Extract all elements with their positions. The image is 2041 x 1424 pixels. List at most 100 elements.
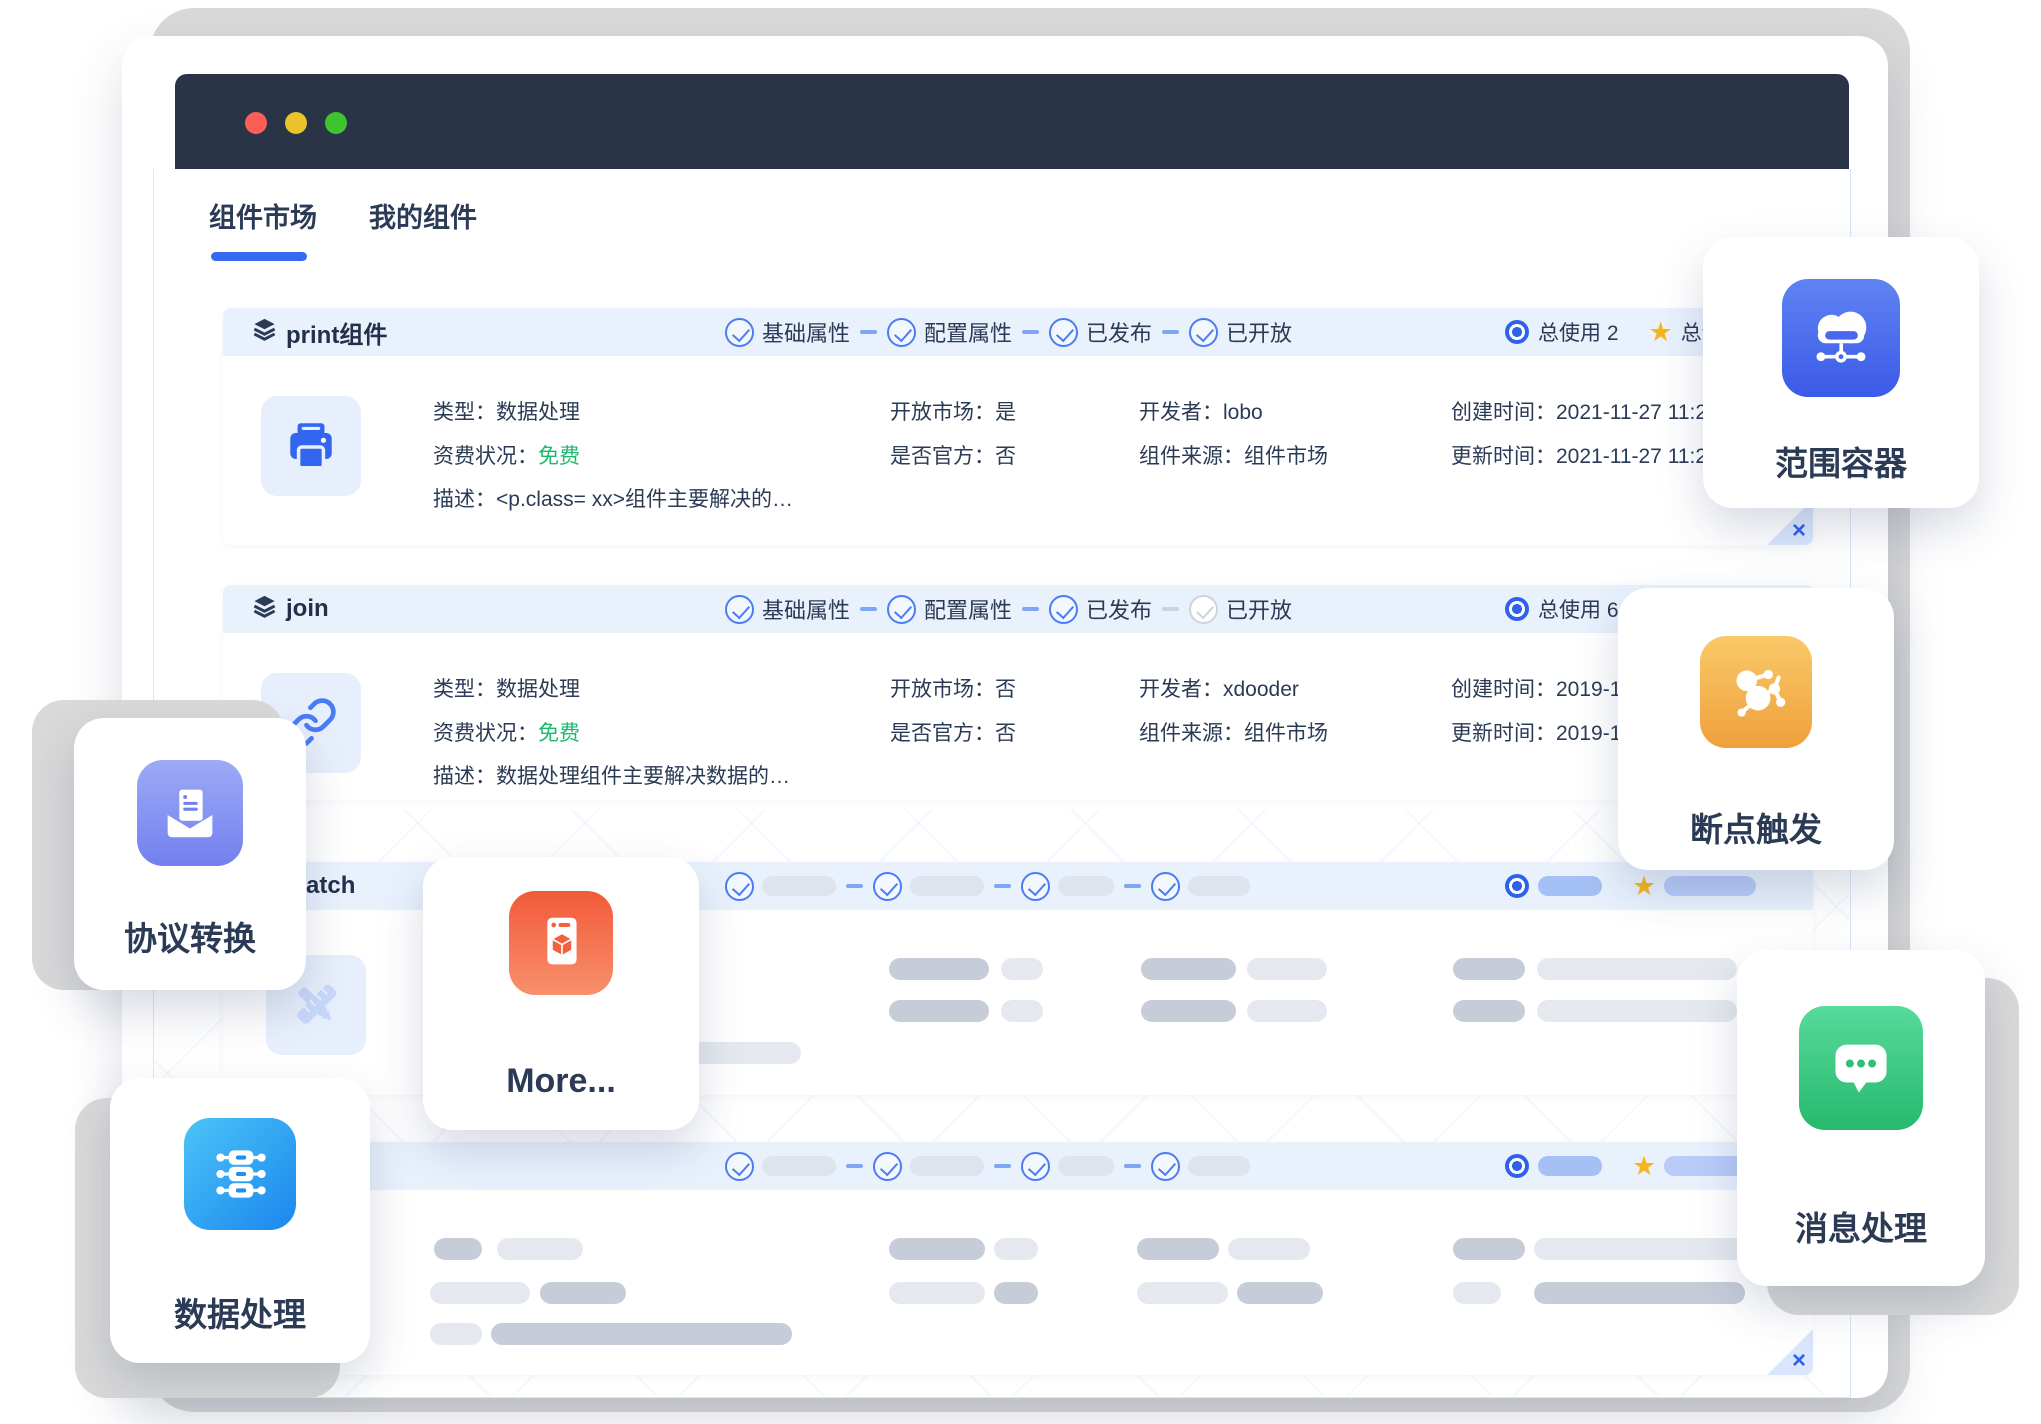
skeleton-pill xyxy=(1137,1282,1228,1304)
usage-icon xyxy=(1505,1154,1529,1178)
layers-icon xyxy=(251,316,278,348)
skeleton-pill xyxy=(1237,1282,1323,1304)
card-header: ★ xyxy=(223,1142,1813,1190)
card-header: print组件 基础属性 配置属性 已发布 已开放 总使用 2 xyxy=(223,308,1813,356)
card-stats: 总使用 6 xyxy=(1505,585,1619,633)
skeleton-pill xyxy=(1188,876,1250,896)
step-connector xyxy=(1162,607,1179,611)
skeleton-pill xyxy=(1001,1000,1043,1022)
check-icon xyxy=(725,595,754,624)
feature-card-protocol-conversion[interactable]: 协议转换 xyxy=(74,718,306,990)
component-card-print[interactable]: print组件 基础属性 配置属性 已发布 已开放 总使用 2 xyxy=(223,308,1813,545)
chat-bubble-icon xyxy=(1799,1006,1923,1130)
skeleton-pill xyxy=(1058,876,1114,896)
tab-component-market[interactable]: 组件市场 xyxy=(209,196,317,261)
skeleton-pill xyxy=(1453,1000,1525,1022)
skeleton-pill xyxy=(1537,958,1737,980)
component-card-skeleton[interactable]: ★ xyxy=(223,1142,1813,1375)
tab-label: 我的组件 xyxy=(369,203,477,233)
check-icon xyxy=(1151,872,1180,901)
skeleton-pill xyxy=(1137,1238,1219,1260)
check-icon xyxy=(887,595,916,624)
check-icon xyxy=(1189,318,1218,347)
skeleton-pill xyxy=(1453,1282,1501,1304)
layers-icon xyxy=(251,593,278,625)
status-steps-skeleton xyxy=(725,1142,1250,1190)
content-area: 组件市场 我的组件 print组件 基础属性 xyxy=(153,169,1851,1398)
step-connector xyxy=(846,1164,863,1168)
tab-bar: 组件市场 我的组件 xyxy=(209,196,477,261)
check-icon xyxy=(1021,872,1050,901)
feature-label: 数据处理 xyxy=(174,1288,306,1336)
step-connector xyxy=(1162,330,1179,334)
check-icon xyxy=(725,872,754,901)
usage-count: 总使用 2 xyxy=(1538,317,1619,347)
card-body: × xyxy=(223,1190,1813,1375)
tab-my-components[interactable]: 我的组件 xyxy=(369,196,477,261)
step-connector xyxy=(994,884,1011,888)
skeleton-pill xyxy=(1188,1156,1250,1176)
skeleton-pill xyxy=(497,1238,583,1260)
skeleton-pill xyxy=(889,958,989,980)
usage-icon xyxy=(1505,874,1529,898)
feature-card-message-processing[interactable]: 消息处理 xyxy=(1737,950,1985,1286)
usage-icon xyxy=(1505,320,1529,344)
skeleton-pill xyxy=(762,1156,836,1176)
skeleton-pill xyxy=(430,1282,530,1304)
feature-card-more[interactable]: More... xyxy=(423,857,699,1130)
skeleton-pill xyxy=(1538,876,1602,896)
skeleton-pill xyxy=(994,1282,1038,1304)
usage-icon xyxy=(1505,597,1529,621)
skeleton-pill xyxy=(994,1238,1038,1260)
close-window-button[interactable] xyxy=(245,112,267,134)
skeleton-pill xyxy=(434,1238,482,1260)
skeleton-pill xyxy=(1534,1238,1745,1260)
feature-label: 范围容器 xyxy=(1775,437,1907,485)
active-tab-underline xyxy=(211,252,307,261)
step-connector xyxy=(1124,884,1141,888)
skeleton-pill xyxy=(1141,1000,1236,1022)
card-title: join xyxy=(286,595,329,623)
molecule-icon xyxy=(1700,636,1812,748)
close-card-icon[interactable]: × xyxy=(1792,1349,1806,1373)
check-icon xyxy=(1151,1152,1180,1181)
step-connector xyxy=(860,330,877,334)
printer-icon xyxy=(261,396,361,496)
fold-corner xyxy=(1767,1329,1813,1375)
check-icon xyxy=(887,318,916,347)
card-body: 类型：数据处理 资费状况：免费 描述：<p.class= xx>组件主要解决的…… xyxy=(223,356,1813,545)
skeleton-pill xyxy=(1534,1282,1745,1304)
star-icon: ★ xyxy=(1649,319,1673,346)
storefront-icon xyxy=(509,891,613,995)
step-connector xyxy=(1022,607,1039,611)
step-connector xyxy=(1022,330,1039,334)
step-connector xyxy=(846,884,863,888)
check-icon-inactive xyxy=(1189,595,1218,624)
skeleton-pill xyxy=(889,1282,985,1304)
skeleton-pill xyxy=(1664,876,1756,896)
feature-card-data-processing[interactable]: 数据处理 xyxy=(110,1078,370,1363)
component-card-join[interactable]: join 基础属性 配置属性 已发布 已开放 总使用 6 xyxy=(223,585,1813,800)
feature-card-scope-container[interactable]: 范围容器 xyxy=(1703,237,1979,508)
maximize-window-button[interactable] xyxy=(325,112,347,134)
check-icon xyxy=(1021,1152,1050,1181)
skeleton-pill xyxy=(1001,958,1043,980)
skeleton-pill xyxy=(910,876,984,896)
skeleton-pill xyxy=(1058,1156,1114,1176)
skeleton-pill xyxy=(1141,958,1236,980)
card-stats-skeleton: ★ xyxy=(1505,1142,1756,1190)
skeleton-pill xyxy=(762,876,836,896)
star-icon: ★ xyxy=(1632,873,1656,900)
step-connector xyxy=(1124,1164,1141,1168)
feature-card-breakpoint-trigger[interactable]: 断点触发 xyxy=(1618,588,1894,870)
cloud-network-icon xyxy=(1782,279,1900,397)
skeleton-pill xyxy=(1247,958,1327,980)
minimize-window-button[interactable] xyxy=(285,112,307,134)
card-stats: 总使用 2 ★ 总评 xyxy=(1505,308,1723,356)
feature-label: 断点触发 xyxy=(1690,803,1822,851)
window-titlebar xyxy=(175,74,1849,169)
skeleton-pill xyxy=(430,1323,482,1345)
card-body: 类型：数据处理 资费状况：免费 描述：数据处理组件主要解决数据的… 开放市场：否… xyxy=(223,633,1813,800)
step-connector xyxy=(994,1164,1011,1168)
close-card-icon[interactable]: × xyxy=(1792,519,1806,543)
